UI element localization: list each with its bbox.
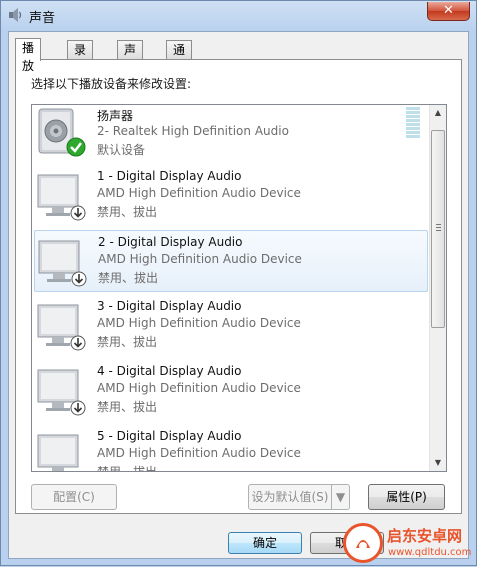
device-item-digital-display-2[interactable]: 2 - Digital Display Audio AMD High Defin… (34, 230, 428, 292)
device-description: AMD High Definition Audio Device (97, 316, 301, 330)
tab-sounds[interactable]: 声音 (117, 40, 144, 75)
tab-playback[interactable]: 播放 (15, 38, 42, 73)
device-name: 4 - Digital Display Audio (97, 364, 242, 378)
unplugged-badge-icon (70, 335, 86, 351)
tab-communications[interactable]: 通信 (166, 40, 193, 75)
grip-icon (436, 224, 441, 231)
vertical-scrollbar[interactable]: ▲ ▼ (429, 105, 446, 471)
device-description: AMD High Definition Audio Device (97, 381, 301, 395)
device-list[interactable]: 扬声器 2- Realtek High Definition Audio 默认设… (31, 104, 447, 472)
window-title: 声音 (29, 11, 56, 26)
scrollbar-thumb[interactable] (431, 130, 445, 328)
device-name: 扬声器 (97, 109, 134, 123)
watermark-title: 启东安卓网 (387, 527, 463, 545)
device-status: 禁用、拔出 (98, 271, 159, 285)
device-name: 1 - Digital Display Audio (97, 169, 242, 183)
dialog-client: 播放 录制 声音 通信 选择以下播放设备来修改设置: (8, 31, 469, 559)
title-bar[interactable]: 声音 ✕ (1, 1, 476, 31)
sound-dialog: 声音 ✕ 播放 录制 声音 通信 选择以下播放设备来修改设置: (0, 0, 477, 566)
device-status: 禁用、拔出 (97, 465, 158, 472)
set-default-button[interactable]: 设为默认值(S) (248, 484, 332, 510)
device-status: 禁用、拔出 (97, 400, 158, 414)
device-description: 2- Realtek High Definition Audio (97, 124, 289, 138)
device-name: 5 - Digital Display Audio (97, 429, 242, 443)
unplugged-badge-icon (70, 400, 86, 416)
instruction-text: 选择以下播放设备来修改设置: (31, 77, 192, 91)
chevron-down-icon: ▼ (335, 490, 346, 504)
watermark-logo: 启东安卓网 www.qdltdu.com (341, 523, 477, 567)
monitor-icon (37, 434, 79, 471)
unplugged-badge-icon (70, 205, 86, 221)
device-status: 禁用、拔出 (97, 335, 158, 349)
scroll-down-arrow-icon[interactable]: ▼ (430, 455, 446, 471)
check-badge-icon (66, 137, 86, 157)
volume-level-meter (406, 107, 420, 139)
unplugged-badge-icon (71, 271, 87, 287)
device-description: AMD High Definition Audio Device (97, 446, 301, 460)
playback-panel: 选择以下播放设备来修改设置: 扬声器 2- Realtek High Defin… (15, 59, 462, 514)
scroll-up-arrow-icon[interactable]: ▲ (430, 105, 446, 121)
device-description: AMD High Definition Audio Device (98, 252, 302, 266)
watermark-logo-icon (343, 523, 383, 563)
device-name: 2 - Digital Display Audio (98, 235, 243, 249)
properties-button[interactable]: 属性(P) (368, 484, 445, 510)
device-item-digital-display-4[interactable]: 4 - Digital Display Audio AMD High Defin… (34, 360, 428, 422)
device-item-speaker[interactable]: 扬声器 2- Realtek High Definition Audio 默认设… (34, 105, 428, 165)
device-description: AMD High Definition Audio Device (97, 186, 301, 200)
sound-icon (9, 8, 22, 22)
tab-recording[interactable]: 录制 (67, 40, 94, 75)
ok-button[interactable]: 确定 (228, 532, 302, 554)
device-item-digital-display-3[interactable]: 3 - Digital Display Audio AMD High Defin… (34, 295, 428, 357)
device-status: 禁用、拔出 (97, 205, 158, 219)
watermark-url: www.qdltdu.com (388, 547, 472, 558)
device-status: 默认设备 (97, 143, 146, 157)
close-button[interactable]: ✕ (427, 2, 470, 21)
device-item-digital-display-1[interactable]: 1 - Digital Display Audio AMD High Defin… (34, 165, 428, 227)
configure-button[interactable]: 配置(C) (31, 484, 117, 510)
device-name: 3 - Digital Display Audio (97, 299, 242, 313)
device-item-digital-display-5[interactable]: 5 - Digital Display Audio AMD High Defin… (34, 425, 428, 472)
set-default-dropdown-arrow[interactable]: ▼ (331, 484, 350, 510)
